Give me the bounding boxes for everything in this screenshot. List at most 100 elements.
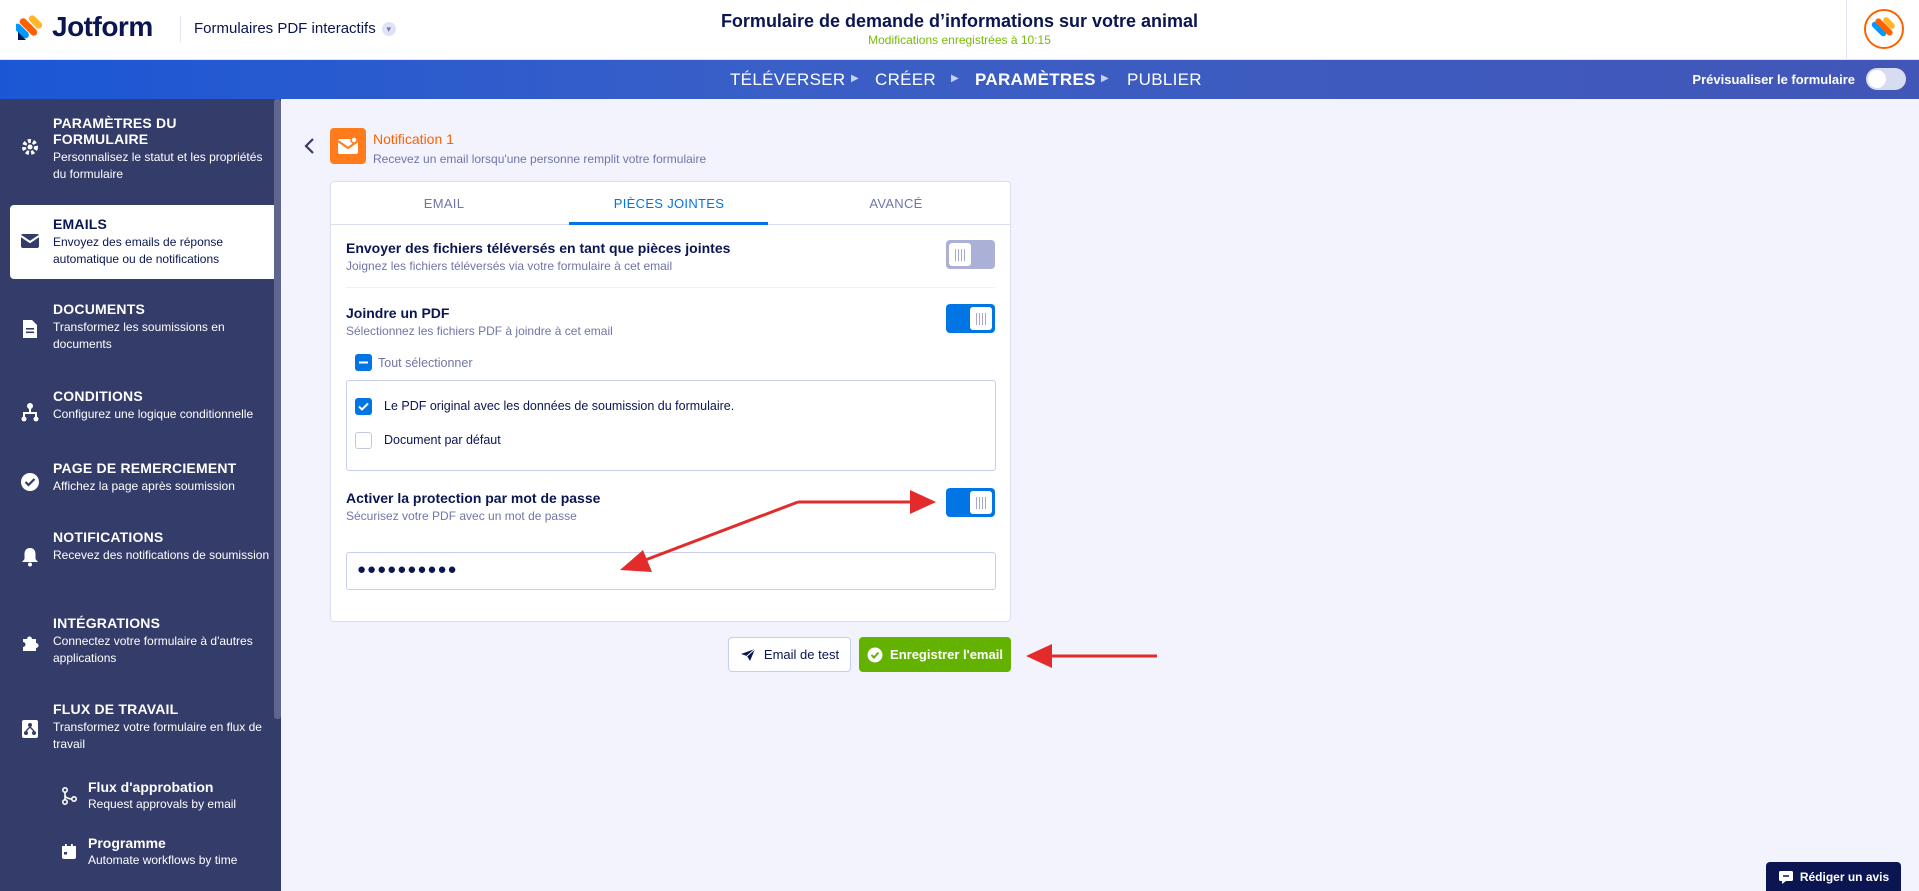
attach-pdf-title: Joindre un PDF bbox=[346, 305, 450, 321]
upload-attach-title: Envoyer des fichiers téléversés en tant … bbox=[346, 240, 731, 256]
preview-toggle[interactable] bbox=[1866, 68, 1906, 90]
sidebar-subitem-desc: Request approvals by email bbox=[88, 797, 237, 811]
form-title[interactable]: Formulaire de demande d’informations sur… bbox=[0, 11, 1919, 32]
sidebar-item-documents[interactable]: DOCUMENTS Transformez les soumissions en… bbox=[10, 301, 274, 361]
minus-icon bbox=[359, 361, 368, 364]
tab-bar: EMAIL PIÈCES JOINTES AVANCÉ bbox=[331, 182, 1010, 225]
password-protect-title: Activer la protection par mot de passe bbox=[346, 490, 601, 506]
select-all-checkbox[interactable] bbox=[355, 354, 372, 371]
notification-title[interactable]: Notification 1 bbox=[373, 131, 454, 147]
attach-pdf-desc: Sélectionnez les fichiers PDF à joindre … bbox=[346, 324, 613, 338]
checkmark-icon bbox=[358, 402, 369, 411]
nav-create[interactable]: CRÉER bbox=[875, 70, 936, 90]
password-protect-toggle[interactable] bbox=[946, 488, 995, 517]
chevron-right-icon: ▶ bbox=[1101, 73, 1109, 84]
select-all-label[interactable]: Tout sélectionner bbox=[378, 356, 473, 370]
pdf-option-checkbox[interactable] bbox=[355, 432, 372, 449]
paper-plane-icon bbox=[740, 648, 756, 661]
sidebar-subitem-title: Flux d'approbation bbox=[88, 779, 214, 795]
save-status: Modifications enregistrées à 10:15 bbox=[868, 33, 1051, 47]
sidebar-item-title: DOCUMENTS bbox=[53, 301, 146, 317]
divider bbox=[346, 287, 995, 288]
review-icon bbox=[1778, 870, 1793, 884]
sidebar-item-title: PARAMÈTRES DU FORMULAIRE bbox=[53, 115, 177, 147]
toggle-knob bbox=[949, 243, 971, 266]
notification-email-icon bbox=[330, 128, 366, 164]
divider bbox=[1846, 0, 1847, 60]
sidebar-item-thank-you-page[interactable]: PAGE DE REMERCIEMENT Affichez la page ap… bbox=[10, 460, 274, 510]
upload-attach-desc: Joignez les fichiers téléversés via votr… bbox=[346, 259, 673, 273]
write-review-label: Rédiger un avis bbox=[1799, 869, 1890, 884]
sidebar-item-title: NOTIFICATIONS bbox=[53, 529, 164, 545]
sidebar-item-title: CONDITIONS bbox=[53, 388, 143, 404]
avatar-icon bbox=[1866, 11, 1902, 47]
sidebar-item-desc: Personnalisez le statut et les propriété… bbox=[53, 150, 263, 181]
upload-attach-toggle[interactable] bbox=[946, 240, 995, 269]
sidebar-item-title: INTÉGRATIONS bbox=[53, 615, 161, 631]
sidebar-item-desc: Connectez votre formulaire à d'autres ap… bbox=[53, 634, 253, 665]
sidebar-item-form-settings[interactable]: PARAMÈTRES DU FORMULAIRE Personnalisez l… bbox=[10, 115, 274, 185]
write-review-button[interactable]: Rédiger un avis bbox=[1766, 862, 1901, 891]
sidebar-scrollbar[interactable] bbox=[274, 99, 281, 719]
sidebar-subitem-approval-flow[interactable]: Flux d'approbation Request approvals by … bbox=[46, 779, 276, 819]
sidebar-subitem-title: Programme bbox=[88, 835, 166, 851]
nav-settings[interactable]: PARAMÈTRES bbox=[975, 70, 1096, 90]
sidebar-item-title: EMAILS bbox=[53, 216, 108, 232]
workflow-icon bbox=[20, 719, 40, 739]
back-arrow-icon[interactable] bbox=[300, 136, 320, 156]
pdf-option-label[interactable]: Document par défaut bbox=[384, 433, 501, 447]
password-input[interactable]: ●●●●●●●●●● bbox=[346, 552, 996, 590]
builder-nav: TÉLÉVERSER ▶ CRÉER ▶ PARAMÈTRES ▶ PUBLIE… bbox=[0, 60, 1919, 99]
nav-upload[interactable]: TÉLÉVERSER bbox=[730, 70, 845, 90]
sidebar-item-desc: Envoyez des emails de réponse automatiqu… bbox=[53, 235, 224, 266]
sidebar-item-integrations[interactable]: INTÉGRATIONS Connectez votre formulaire … bbox=[10, 615, 274, 675]
flow-icon bbox=[20, 402, 40, 422]
sidebar-item-conditions[interactable]: CONDITIONS Configurez une logique condit… bbox=[10, 388, 274, 438]
test-email-label: Email de test bbox=[763, 647, 840, 662]
chevron-right-icon: ▶ bbox=[851, 73, 859, 84]
attach-pdf-toggle[interactable] bbox=[946, 304, 995, 333]
toggle-knob bbox=[970, 307, 992, 330]
test-email-button[interactable]: Email de test bbox=[728, 637, 851, 672]
check-circle-icon bbox=[20, 472, 40, 492]
sidebar-item-desc: Recevez des notifications de soumission bbox=[53, 548, 270, 562]
preview-label: Prévisualiser le formulaire bbox=[1692, 72, 1855, 87]
sidebar-item-desc: Configurez une logique conditionnelle bbox=[53, 407, 254, 421]
avatar[interactable] bbox=[1864, 9, 1904, 49]
bell-icon bbox=[20, 547, 40, 567]
notification-desc: Recevez un email lorsqu'une personne rem… bbox=[373, 152, 707, 166]
check-circle-icon bbox=[867, 647, 883, 662]
annotation-arrow-to-save bbox=[1026, 644, 1157, 668]
toggle-knob bbox=[970, 491, 992, 514]
active-tab-indicator bbox=[569, 222, 768, 225]
approval-icon bbox=[62, 787, 78, 805]
calendar-icon bbox=[62, 844, 76, 859]
sidebar-item-notifications[interactable]: NOTIFICATIONS Recevez des notifications … bbox=[10, 529, 274, 589]
pdf-option-label[interactable]: Le PDF original avec les données de soum… bbox=[384, 399, 734, 413]
settings-sidebar: PARAMÈTRES DU FORMULAIRE Personnalisez l… bbox=[0, 99, 281, 891]
sidebar-item-emails[interactable]: EMAILS Envoyez des emails de réponse aut… bbox=[10, 205, 274, 279]
document-icon bbox=[20, 319, 40, 339]
sidebar-item-title: FLUX DE TRAVAIL bbox=[53, 701, 179, 717]
pdf-option-checkbox[interactable] bbox=[355, 398, 372, 415]
sidebar-item-desc: Transformez votre formulaire en flux de … bbox=[53, 720, 262, 751]
tab-advanced[interactable]: AVANCÉ bbox=[783, 196, 1009, 211]
gear-icon bbox=[20, 137, 40, 157]
tab-attachments[interactable]: PIÈCES JOINTES bbox=[556, 196, 782, 211]
tab-email[interactable]: EMAIL bbox=[331, 196, 557, 211]
chevron-right-icon: ▶ bbox=[951, 73, 959, 84]
sidebar-subitem-desc: Automate workflows by time bbox=[88, 853, 238, 867]
password-protect-desc: Sécurisez votre PDF avec un mot de passe bbox=[346, 509, 577, 523]
nav-publish[interactable]: PUBLIER bbox=[1127, 70, 1202, 90]
sidebar-item-workflows[interactable]: FLUX DE TRAVAIL Transformez votre formul… bbox=[10, 701, 274, 761]
pdf-options-list: Le PDF original avec les données de soum… bbox=[346, 380, 996, 471]
sidebar-item-title: PAGE DE REMERCIEMENT bbox=[53, 460, 237, 476]
sidebar-item-desc: Transformez les soumissions en documents bbox=[53, 320, 225, 351]
sidebar-item-desc: Affichez la page après soumission bbox=[53, 479, 235, 493]
sidebar-subitem-schedule[interactable]: Programme Automate workflows by time bbox=[46, 835, 276, 875]
top-bar: Jotform Formulaires PDF interactifs ▾ Fo… bbox=[0, 0, 1919, 60]
save-email-button[interactable]: Enregistrer l'email bbox=[859, 637, 1011, 672]
envelope-icon bbox=[20, 231, 40, 251]
email-settings-card: EMAIL PIÈCES JOINTES AVANCÉ Envoyer des … bbox=[330, 181, 1011, 622]
puzzle-icon bbox=[20, 633, 40, 653]
